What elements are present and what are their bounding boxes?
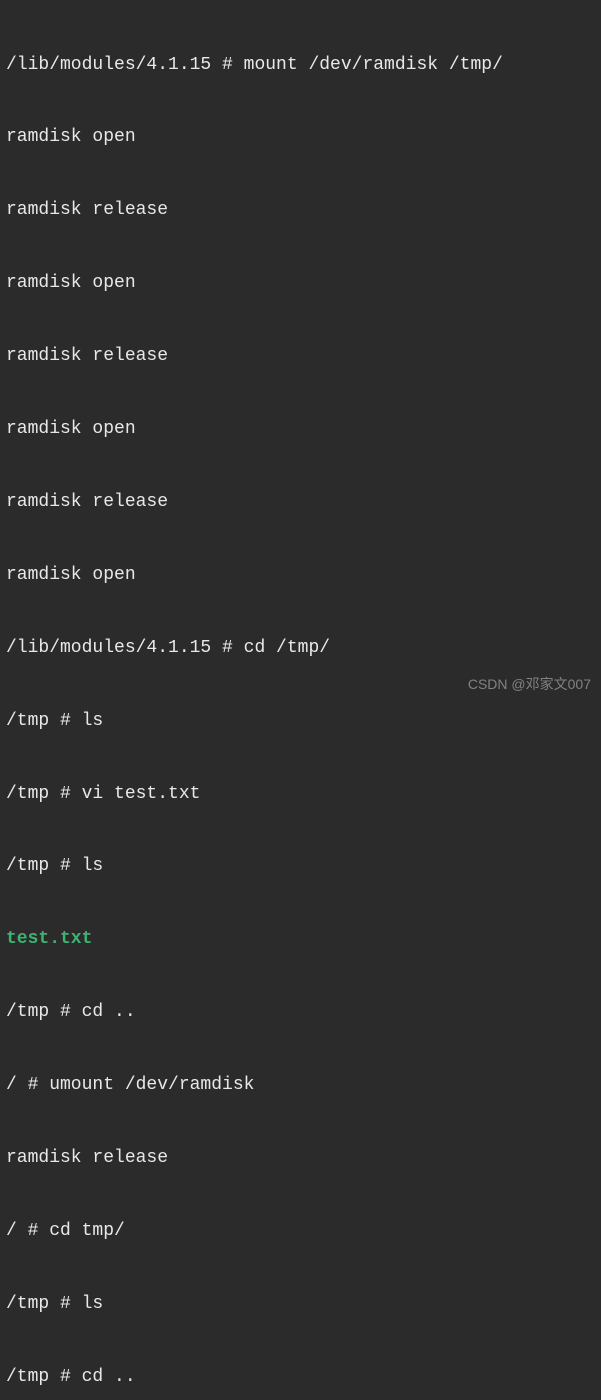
terminal-line: ramdisk release [6, 344, 595, 368]
terminal-line: /lib/modules/4.1.15 # cd /tmp/ [6, 636, 595, 660]
terminal-line: /tmp # vi test.txt [6, 782, 595, 806]
terminal-line: /lib/modules/4.1.15 # mount /dev/ramdisk… [6, 53, 595, 77]
terminal-line: /tmp # cd .. [6, 1000, 595, 1024]
terminal-line: ramdisk release [6, 1146, 595, 1170]
terminal-line: ramdisk open [6, 271, 595, 295]
watermark-text: CSDN @邓家文007 [468, 675, 591, 694]
terminal-line: / # cd tmp/ [6, 1219, 595, 1243]
terminal-line: ramdisk release [6, 490, 595, 514]
terminal-line: /tmp # ls [6, 854, 595, 878]
terminal-line: ramdisk open [6, 563, 595, 587]
terminal-line: ramdisk open [6, 125, 595, 149]
file-name: test.txt [6, 927, 595, 951]
terminal-line: ramdisk open [6, 417, 595, 441]
terminal-line: /tmp # ls [6, 709, 595, 733]
terminal-line: / # umount /dev/ramdisk [6, 1073, 595, 1097]
terminal-line: /tmp # ls [6, 1292, 595, 1316]
terminal-line: /tmp # cd .. [6, 1365, 595, 1389]
terminal-output: /lib/modules/4.1.15 # mount /dev/ramdisk… [6, 4, 595, 1400]
terminal-line: ramdisk release [6, 198, 595, 222]
